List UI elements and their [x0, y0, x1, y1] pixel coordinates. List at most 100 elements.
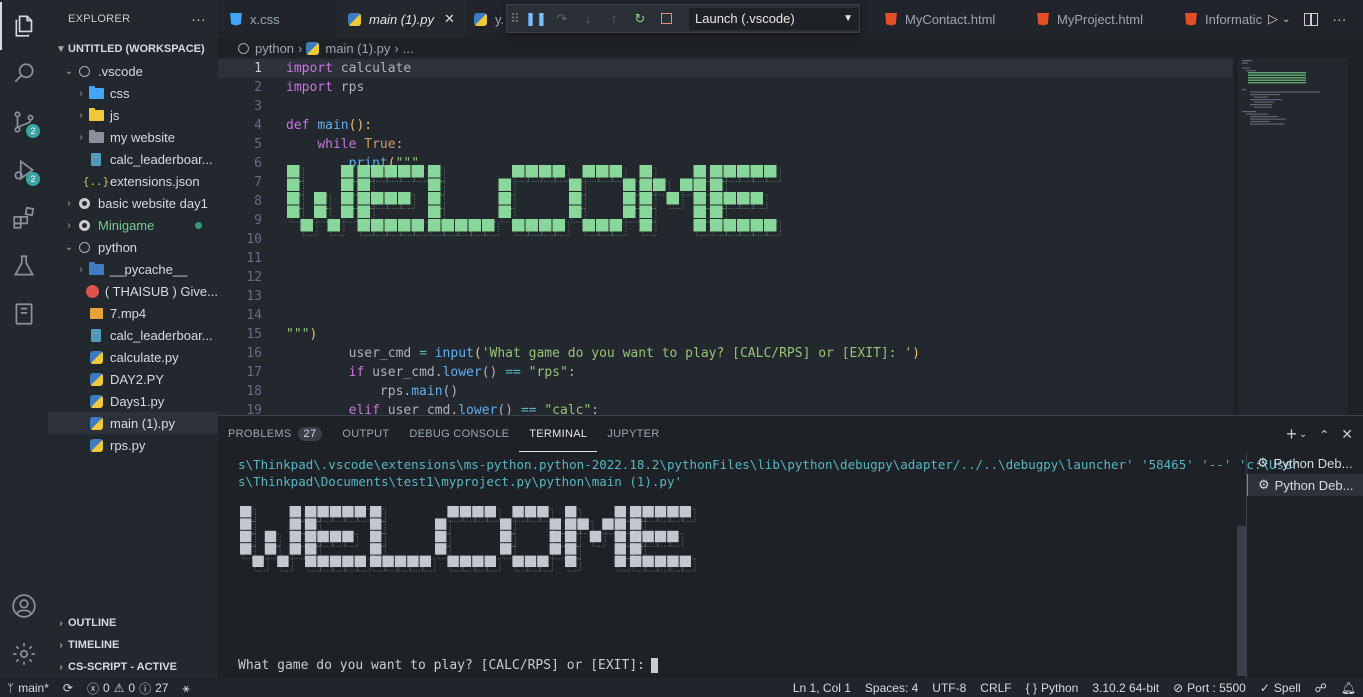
- folder-icon: [88, 129, 104, 145]
- panel-tab-problems[interactable]: PROBLEMS 27: [218, 416, 332, 452]
- tree-item[interactable]: main (1).py: [48, 412, 218, 434]
- source-control-icon[interactable]: 2: [0, 98, 48, 146]
- maximize-panel-icon[interactable]: ⌃: [1319, 428, 1329, 442]
- tree-item[interactable]: rps.py: [48, 434, 218, 456]
- step-over-icon[interactable]: ↷: [549, 6, 575, 32]
- tree-item[interactable]: calc_leaderboar...: [48, 148, 218, 170]
- tree-item[interactable]: › css: [48, 82, 218, 104]
- tree-item[interactable]: calc_leaderboar...: [48, 324, 218, 346]
- tree-item[interactable]: ( THAISUB ) Give...: [48, 280, 218, 302]
- indentation[interactable]: Spaces: 4: [858, 681, 925, 695]
- search-icon[interactable]: [0, 50, 48, 98]
- debug-status[interactable]: ⚹: [175, 681, 196, 696]
- chevron-down-icon[interactable]: ⌄: [1299, 429, 1307, 440]
- feedback[interactable]: ☍: [1308, 681, 1334, 695]
- language-mode[interactable]: { } Python: [1019, 681, 1086, 695]
- timeline-section[interactable]: › TIMELINE: [48, 634, 218, 656]
- sync-status[interactable]: ⟳: [56, 681, 80, 695]
- terminal-cursor: [651, 658, 658, 673]
- tree-item[interactable]: › __pycache__: [48, 258, 218, 280]
- outline-section[interactable]: › OUTLINE: [48, 612, 218, 634]
- interpreter[interactable]: 3.10.2 64-bit: [1085, 681, 1166, 695]
- tab-myproject[interactable]: MyProject.html: [1025, 0, 1155, 38]
- stop-icon[interactable]: [653, 6, 679, 32]
- workspace-title[interactable]: ▼ UNTITLED (WORKSPACE): [48, 38, 218, 60]
- tree-item[interactable]: › js: [48, 104, 218, 126]
- code-line: 14: [218, 306, 1233, 325]
- more-actions-icon[interactable]: ···: [191, 11, 206, 27]
- debug-toolbar: ⠿ ❚❚ ↷ ↓ ↑ ↻ Launch (.vscode) ▼: [506, 4, 860, 33]
- spell-check[interactable]: ✓ Spell: [1253, 681, 1308, 695]
- testing-icon[interactable]: [0, 242, 48, 290]
- breadcrumb-more[interactable]: ...: [403, 41, 414, 56]
- remote-explorer-icon[interactable]: [0, 290, 48, 338]
- close-icon[interactable]: ✕: [444, 11, 455, 27]
- branch-status[interactable]: ᛘ main*: [0, 681, 56, 695]
- chevron-right-icon: ›: [67, 197, 71, 209]
- drag-handle-icon[interactable]: ⠿: [507, 6, 523, 32]
- cs-script-section[interactable]: › CS-SCRIPT - ACTIVE: [48, 656, 218, 678]
- panel-tab-debug-console[interactable]: DEBUG CONSOLE: [399, 416, 519, 452]
- account-icon[interactable]: [0, 582, 48, 630]
- problems-count-badge: 27: [297, 427, 323, 441]
- cursor-position[interactable]: Ln 1, Col 1: [786, 681, 858, 695]
- line-number: 16: [246, 346, 262, 361]
- ascii-letter-o: [500, 506, 566, 572]
- tab-label: x.css: [250, 11, 280, 27]
- new-terminal-icon[interactable]: +: [1286, 424, 1297, 445]
- breadcrumb-folder[interactable]: python: [255, 41, 294, 56]
- tree-item-label: main (1).py: [110, 415, 176, 431]
- code-token: elif: [348, 403, 380, 415]
- run-debug-icon[interactable]: 2: [0, 146, 48, 194]
- tab-main-py[interactable]: main (1).py ✕: [336, 0, 467, 38]
- problems-status[interactable]: ⓧ 0 ⚠ 0 ⓘ 27: [80, 680, 176, 697]
- more-actions-icon[interactable]: ···: [1332, 11, 1346, 27]
- launch-config-select[interactable]: Launch (.vscode) ▼: [689, 7, 859, 30]
- panel-tab-terminal[interactable]: TERMINAL: [519, 416, 598, 452]
- restart-icon[interactable]: ↻: [627, 6, 653, 32]
- breadcrumb-file[interactable]: main (1).py: [325, 41, 390, 56]
- code-line: 5 while True:: [218, 135, 1233, 154]
- tree-item[interactable]: › Minigame: [48, 214, 218, 236]
- step-into-icon[interactable]: ↓: [575, 6, 601, 32]
- terminal-scrollbar[interactable]: [1237, 526, 1246, 676]
- gear-icon[interactable]: [0, 630, 48, 678]
- run-icon[interactable]: ▷: [1268, 11, 1278, 27]
- terminal-session[interactable]: ⚙ Python Deb...: [1247, 474, 1363, 496]
- tree-item[interactable]: ⌄ python: [48, 236, 218, 258]
- close-panel-icon[interactable]: ✕: [1341, 426, 1353, 443]
- tree-item[interactable]: {..} extensions.json: [48, 170, 218, 192]
- tab-mycontact[interactable]: MyContact.html: [873, 0, 1007, 38]
- encoding[interactable]: UTF-8: [925, 681, 973, 695]
- ascii-letter-c: [498, 165, 570, 236]
- tree-item[interactable]: ⌄ .vscode: [48, 60, 218, 82]
- live-server-port[interactable]: ⊘ Port : 5500: [1166, 681, 1253, 695]
- terminal-prompt[interactable]: What game do you want to play? [CALC/RPS…: [238, 658, 658, 673]
- explorer-icon[interactable]: [0, 2, 48, 50]
- end-of-line[interactable]: CRLF: [973, 681, 1018, 695]
- debug-badge: 2: [26, 172, 40, 186]
- panel-tab-jupyter[interactable]: JUPYTER: [597, 416, 669, 452]
- chevron-right-icon: ›: [67, 219, 71, 231]
- tree-item[interactable]: calculate.py: [48, 346, 218, 368]
- minimap[interactable]: [1238, 58, 1348, 415]
- tree-item-label: css: [110, 85, 130, 101]
- tree-item[interactable]: › my website: [48, 126, 218, 148]
- split-editor-icon[interactable]: [1304, 12, 1319, 26]
- terminal-session[interactable]: ⚙ Python Deb...: [1247, 452, 1363, 474]
- code-token: if: [348, 365, 365, 380]
- extensions-icon[interactable]: [0, 194, 48, 242]
- tree-item[interactable]: Days1.py: [48, 390, 218, 412]
- tree-item[interactable]: DAY2.PY: [48, 368, 218, 390]
- panel-tab-output[interactable]: OUTPUT: [332, 416, 399, 452]
- pause-icon[interactable]: ❚❚: [523, 6, 549, 32]
- step-out-icon[interactable]: ↑: [601, 6, 627, 32]
- tree-item[interactable]: 7.mp4: [48, 302, 218, 324]
- notifications[interactable]: 🔔︎: [1334, 681, 1363, 695]
- tab-x-css[interactable]: x.css: [218, 0, 292, 38]
- tree-item[interactable]: › basic website day1: [48, 192, 218, 214]
- tab-informatic[interactable]: Informatic: [1173, 0, 1263, 38]
- code-editor[interactable]: 1 import calculate 2 import rps 3 4 def main()…: [218, 58, 1233, 415]
- chevron-down-icon[interactable]: ⌄: [1282, 14, 1290, 25]
- line-text: import calculate: [286, 59, 411, 78]
